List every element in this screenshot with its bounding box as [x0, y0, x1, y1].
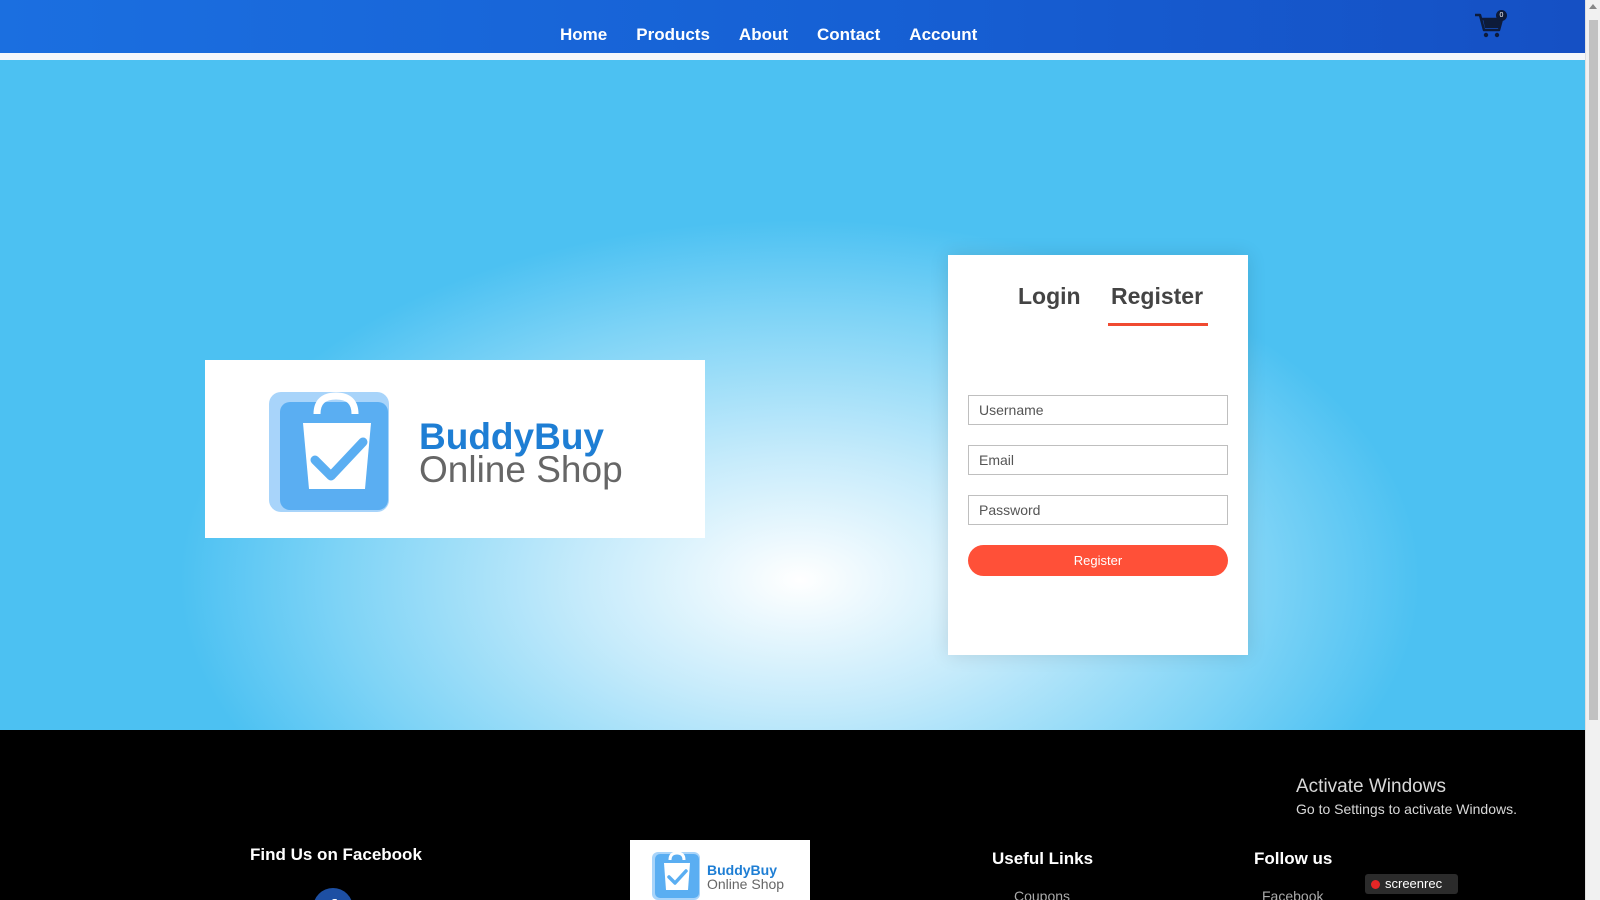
nav-about-link[interactable]: About: [739, 25, 788, 45]
footer-logo-box: BuddyBuy Online Shop: [630, 840, 810, 900]
footer-useful-links-heading: Useful Links: [992, 849, 1094, 868]
password-input[interactable]: [968, 495, 1228, 525]
tab-register[interactable]: Register: [1111, 283, 1203, 310]
tab-login[interactable]: Login: [1018, 283, 1081, 310]
screenrec-label: screenrec: [1385, 876, 1443, 891]
hero-logo-box: BuddyBuy Online Shop: [205, 360, 705, 538]
cart-count-badge: 0: [1496, 10, 1507, 21]
activate-title: Activate Windows: [1296, 776, 1446, 797]
footer-facebook-heading: Find Us on Facebook: [250, 845, 422, 864]
footer-logo-tagline: Online Shop: [707, 876, 784, 892]
hero-section: BuddyBuy Online Shop Login Register Regi…: [0, 60, 1585, 730]
top-navbar: Home Products About Contact Account 0: [0, 0, 1585, 53]
nav-divider: [0, 53, 1585, 60]
screenrec-badge[interactable]: screenrec: [1365, 874, 1458, 894]
nav-account-link[interactable]: Account: [909, 25, 977, 45]
buddybuy-logo: BuddyBuy Online Shop: [269, 392, 623, 512]
nav-home-link[interactable]: Home: [560, 25, 607, 45]
footer-buddybuy-logo: BuddyBuy Online Shop: [652, 851, 784, 900]
footer-link-facebook[interactable]: Facebook: [1262, 888, 1323, 900]
nav-products-link[interactable]: Products: [636, 25, 710, 45]
nav-links: Home Products About Contact Account: [560, 0, 1006, 53]
activate-windows-watermark: Activate Windows Go to Settings to activ…: [1296, 776, 1517, 817]
register-button[interactable]: Register: [968, 545, 1228, 576]
footer-link-coupons[interactable]: Coupons: [1014, 888, 1070, 900]
hero-logo-tagline: Online Shop: [419, 449, 623, 490]
auth-card: Login Register Register: [948, 255, 1248, 655]
footer-follow-heading: Follow us: [1254, 849, 1333, 868]
record-icon: [1371, 880, 1380, 889]
active-tab-indicator: [1108, 323, 1208, 326]
cart-button[interactable]: 0: [1474, 10, 1508, 42]
scroll-thumb[interactable]: [1589, 20, 1598, 720]
nav-contact-link[interactable]: Contact: [817, 25, 880, 45]
username-input[interactable]: [968, 395, 1228, 425]
facebook-icon[interactable]: f: [313, 888, 353, 900]
scroll-up-arrow-icon[interactable]: [1589, 4, 1597, 9]
activate-subtitle: Go to Settings to activate Windows.: [1296, 801, 1517, 817]
page-scrollbar[interactable]: [1585, 0, 1600, 900]
email-input[interactable]: [968, 445, 1228, 475]
